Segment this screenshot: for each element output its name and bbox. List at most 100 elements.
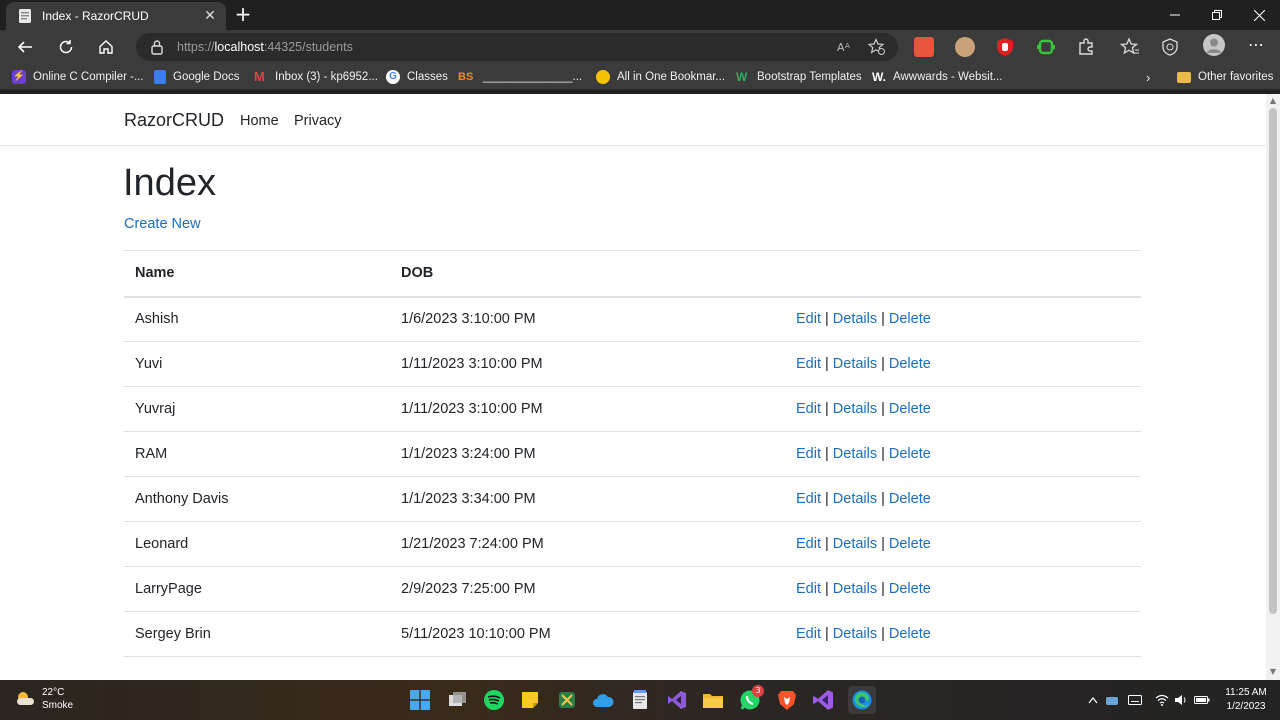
action-separator: | [881, 311, 885, 328]
row-actions: Edit | Details | Delete [785, 341, 1141, 387]
edit-link[interactable]: Edit [796, 356, 821, 372]
column-header-name: Name [124, 250, 390, 298]
file-explorer-icon[interactable] [701, 688, 725, 712]
nav-link-privacy[interactable]: Privacy [294, 113, 342, 129]
edit-link[interactable]: Edit [796, 446, 821, 462]
taskbar-clock[interactable]: 11:25 AM 1/2/2023 [1222, 686, 1270, 714]
student-name: LarryPage [124, 566, 390, 612]
new-tab-button[interactable]: + [232, 4, 254, 26]
browser-essentials-icon[interactable] [1160, 37, 1180, 57]
refresh-button[interactable] [53, 34, 79, 60]
visual-studio-icon[interactable] [665, 688, 689, 712]
minimize-button[interactable] [1154, 0, 1196, 30]
address-bar[interactable]: https://localhost:44325/students AA [136, 33, 898, 61]
scroll-down-icon[interactable]: ▼ [1269, 668, 1277, 676]
action-separator: | [881, 356, 885, 372]
create-new-link[interactable]: Create New [124, 216, 201, 232]
back-button[interactable] [12, 34, 38, 60]
row-actions: Edit | Details | Delete [785, 476, 1141, 522]
delete-link[interactable]: Delete [889, 536, 931, 552]
details-link[interactable]: Details [833, 626, 877, 642]
action-separator: | [825, 581, 829, 597]
browser-tab-active[interactable]: Index - RazorCRUD ✕ [6, 2, 226, 30]
chevron-up-icon[interactable] [1085, 692, 1101, 708]
brave-icon[interactable] [775, 688, 799, 712]
notepad-icon[interactable] [628, 688, 652, 712]
row-actions: Edit | Details | Delete [785, 296, 1141, 342]
chevron-right-icon[interactable]: › [1146, 69, 1150, 85]
whatsapp-icon[interactable]: 3 [738, 685, 764, 712]
task-view-icon[interactable] [446, 688, 470, 712]
bookmark-item[interactable]: BS ______________... [458, 69, 582, 85]
student-dob: 1/1/2023 3:24:00 PM [390, 431, 785, 477]
sticky-notes-icon[interactable] [518, 688, 542, 712]
details-link[interactable]: Details [833, 311, 877, 327]
spotify-icon[interactable] [482, 688, 506, 712]
extension-green-icon[interactable] [1036, 37, 1056, 57]
url-text[interactable]: https://localhost:44325/students [177, 40, 353, 54]
details-link[interactable]: Details [833, 401, 877, 417]
close-window-button[interactable] [1238, 0, 1280, 30]
weather-widget[interactable]: 22°C Smoke [14, 686, 73, 712]
bookmark-item[interactable]: W Bootstrap Templates [736, 69, 862, 85]
extension-shield-icon[interactable] [995, 37, 1015, 57]
bookmark-item[interactable]: Google Docs [154, 69, 239, 85]
navbar-brand[interactable]: RazorCRUD [124, 110, 224, 131]
onedrive-tray-icon[interactable] [1104, 692, 1120, 708]
scroll-up-icon[interactable]: ▲ [1269, 97, 1277, 105]
delete-link[interactable]: Delete [889, 446, 931, 462]
cloud-app-icon[interactable] [591, 688, 615, 712]
windows-start-icon[interactable] [408, 688, 432, 712]
w-icon: W [736, 70, 748, 84]
vscode-icon[interactable] [811, 688, 835, 712]
action-separator: | [825, 446, 829, 462]
delete-link[interactable]: Delete [889, 311, 931, 327]
other-favorites[interactable]: Other favorites [1177, 69, 1273, 85]
delete-link[interactable]: Delete [889, 356, 931, 372]
edit-link[interactable]: Edit [796, 536, 821, 552]
more-options-icon[interactable]: ⋯ [1246, 37, 1266, 57]
edit-link[interactable]: Edit [796, 626, 821, 642]
details-link[interactable]: Details [833, 356, 877, 372]
add-favorite-icon[interactable] [868, 38, 886, 56]
nav-link-home[interactable]: Home [240, 113, 279, 129]
row-actions: Edit | Details | Delete [785, 611, 1141, 657]
delete-link[interactable]: Delete [889, 581, 931, 597]
battery-icon[interactable] [1194, 692, 1210, 708]
home-button[interactable] [93, 34, 119, 60]
bookmark-item[interactable]: ⚡ Online C Compiler -... [12, 69, 144, 85]
extension-avatar-icon[interactable] [955, 37, 975, 57]
edit-link[interactable]: Edit [796, 401, 821, 417]
extension-red-icon[interactable] [914, 37, 934, 57]
table-row: Sergey Brin 5/11/2023 10:10:00 PM Edit | Det… [124, 611, 1141, 657]
edit-link[interactable]: Edit [796, 491, 821, 507]
favorites-icon[interactable] [1119, 37, 1140, 57]
lock-icon[interactable] [150, 39, 164, 55]
bookmark-item[interactable]: W. Awwwards - Websit... [872, 69, 1003, 85]
page-scrollbar[interactable]: ▲ ▼ [1266, 94, 1280, 680]
volume-icon[interactable] [1173, 692, 1189, 708]
bookmark-item[interactable]: All in One Bookmar... [596, 69, 725, 85]
details-link[interactable]: Details [833, 491, 877, 507]
bookmark-item[interactable]: M Inbox (3) - kp6952... [254, 69, 378, 85]
wifi-icon[interactable] [1154, 692, 1170, 708]
edit-link[interactable]: Edit [796, 581, 821, 597]
edge-icon[interactable] [848, 686, 876, 714]
details-link[interactable]: Details [833, 536, 877, 552]
row-actions: Edit | Details | Delete [785, 566, 1141, 612]
profile-avatar-icon[interactable] [1203, 34, 1225, 56]
delete-link[interactable]: Delete [889, 626, 931, 642]
details-link[interactable]: Details [833, 446, 877, 462]
bookmark-item[interactable]: G Classes [386, 69, 448, 85]
read-aloud-icon[interactable]: AA [836, 38, 854, 56]
keyboard-icon[interactable] [1127, 692, 1143, 708]
delete-link[interactable]: Delete [889, 491, 931, 507]
extensions-puzzle-icon[interactable] [1076, 37, 1096, 57]
details-link[interactable]: Details [833, 581, 877, 597]
tab-close-icon[interactable]: ✕ [202, 8, 218, 24]
delete-link[interactable]: Delete [889, 401, 931, 417]
snipping-tool-icon[interactable] [555, 688, 579, 712]
edit-link[interactable]: Edit [796, 311, 821, 327]
restore-button[interactable] [1196, 0, 1238, 30]
scroll-thumb[interactable] [1269, 108, 1277, 614]
